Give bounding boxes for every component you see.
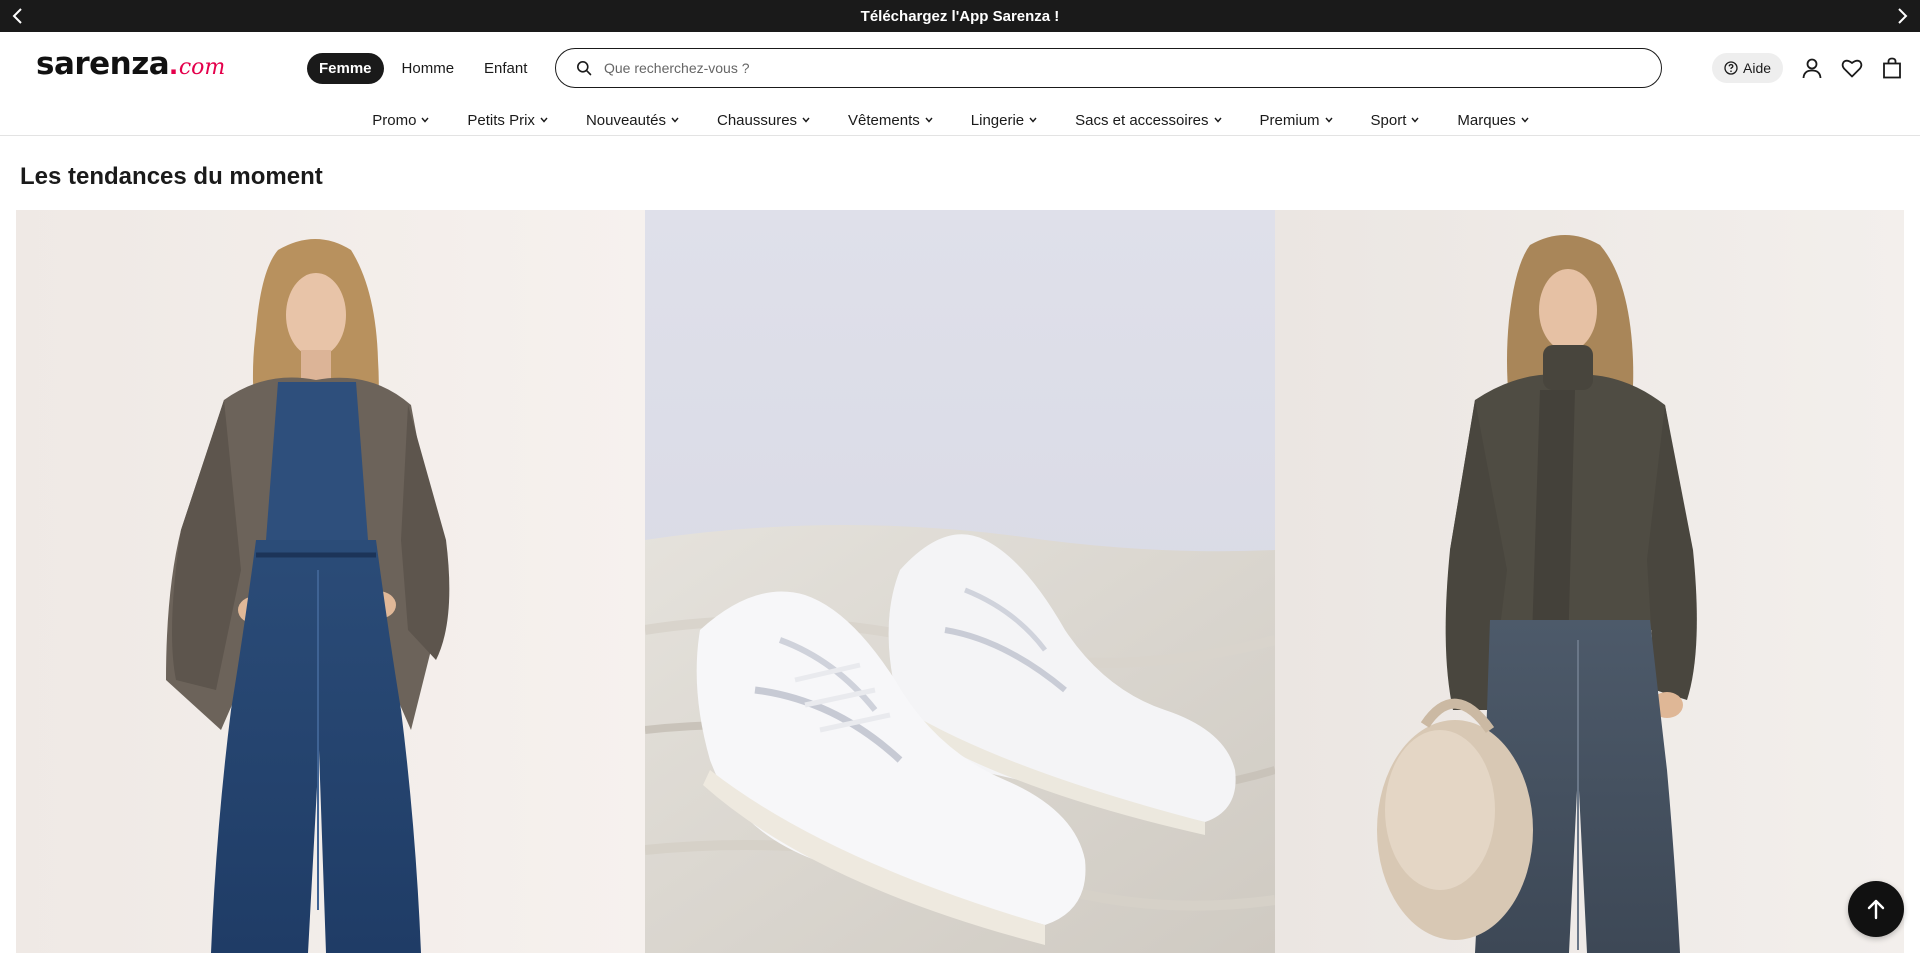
nav-marques[interactable]: Marques [1438, 104, 1547, 136]
help-circle-icon [1724, 61, 1738, 75]
chevron-down-icon [1213, 117, 1222, 123]
chevron-down-icon [671, 117, 679, 123]
search-input[interactable] [604, 60, 1604, 76]
trend-tile-3[interactable] [1274, 210, 1904, 953]
account-button[interactable] [1797, 53, 1827, 83]
nav-label: Chaussures [717, 111, 798, 129]
trend-image-woman-blazer [16, 210, 646, 953]
sarenza-logo[interactable]: sarenza . com [36, 46, 225, 82]
nav-label: Sacs et accessoires [1075, 111, 1209, 129]
heart-icon [1841, 59, 1863, 78]
trends-gallery [16, 210, 1904, 953]
chevron-down-icon [421, 117, 429, 123]
nav-label: Premium [1259, 111, 1320, 129]
chevron-down-icon [1029, 117, 1037, 123]
search-icon [577, 61, 592, 76]
back-to-top-button[interactable] [1848, 881, 1904, 937]
promo-prev-button[interactable] [2, 0, 34, 32]
promo-text[interactable]: Téléchargez l'App Sarenza ! [861, 8, 1060, 25]
nav-label: Lingerie [970, 111, 1025, 129]
help-label: Aide [1743, 60, 1772, 76]
promo-next-button[interactable] [1886, 0, 1918, 32]
gender-tabs: Femme Homme Enfant [307, 53, 539, 84]
chevron-left-icon [12, 8, 22, 24]
chevron-down-icon [540, 117, 548, 123]
chevron-down-icon [1411, 117, 1419, 123]
nav-sport[interactable]: Sport [1352, 104, 1439, 136]
promo-banner: Téléchargez l'App Sarenza ! [0, 0, 1920, 32]
trend-tile-2[interactable] [645, 210, 1275, 953]
trend-tile-1[interactable] [16, 210, 646, 953]
nav-label: Nouveautés [585, 111, 666, 129]
chevron-down-icon [802, 117, 810, 123]
user-icon [1802, 58, 1822, 79]
chevron-right-icon [1898, 8, 1908, 24]
nav-premium[interactable]: Premium [1241, 104, 1352, 136]
nav-label: Petits Prix [467, 111, 535, 129]
site-header: sarenza . com Femme Homme Enfant Aide [0, 32, 1920, 136]
main-nav: Promo Petits Prix Nouveautés Chaussures … [0, 104, 1920, 136]
section-title: Les tendances du moment [20, 163, 323, 190]
nav-label: Vêtements [848, 111, 920, 129]
nav-label: Marques [1457, 111, 1516, 129]
chevron-down-icon [925, 117, 933, 123]
chevron-down-icon [1325, 117, 1333, 123]
search-bar[interactable] [555, 48, 1662, 88]
tab-homme[interactable]: Homme [390, 53, 467, 84]
nav-nouveautes[interactable]: Nouveautés [567, 104, 698, 136]
trend-image-woman-knit [1274, 210, 1904, 953]
wishlist-button[interactable] [1837, 53, 1867, 83]
nav-vetements[interactable]: Vêtements [829, 104, 952, 136]
nav-label: Sport [1370, 111, 1407, 129]
nav-sacs-accessoires[interactable]: Sacs et accessoires [1056, 104, 1240, 136]
nav-promo[interactable]: Promo [372, 104, 448, 136]
logo-main-text: sarenza [36, 46, 170, 82]
nav-label: Promo [372, 111, 417, 129]
nav-petits-prix[interactable]: Petits Prix [448, 104, 567, 136]
tab-femme[interactable]: Femme [307, 53, 384, 84]
nav-chaussures[interactable]: Chaussures [698, 104, 829, 136]
cart-button[interactable] [1877, 53, 1907, 83]
arrow-up-icon [1867, 899, 1885, 920]
trend-image-white-sneakers [645, 210, 1275, 953]
shopping-bag-icon [1883, 57, 1901, 79]
logo-suffix: com [178, 55, 226, 80]
chevron-down-icon [1521, 117, 1529, 123]
logo-dot: . [169, 46, 178, 81]
nav-lingerie[interactable]: Lingerie [952, 104, 1056, 136]
tab-enfant[interactable]: Enfant [472, 53, 539, 84]
help-button[interactable]: Aide [1712, 53, 1784, 83]
